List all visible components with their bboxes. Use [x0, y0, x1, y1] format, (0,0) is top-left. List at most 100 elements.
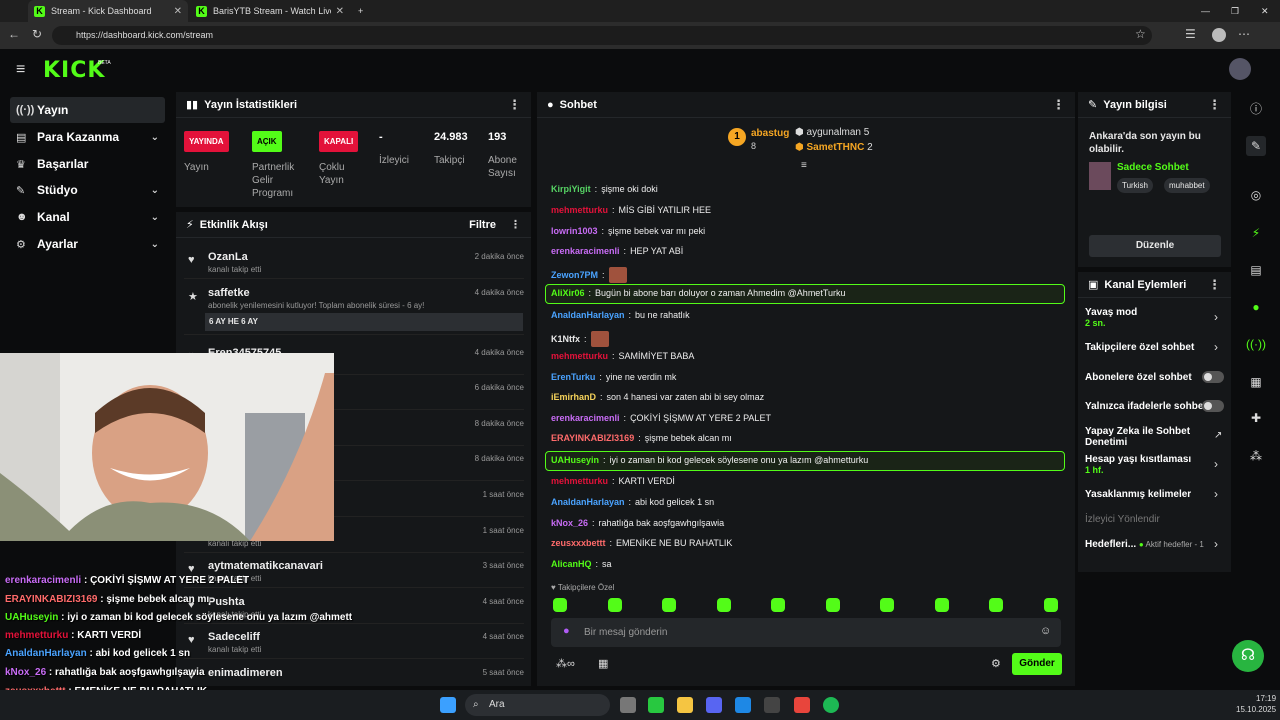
external-link-icon[interactable]: ↗ — [1214, 430, 1222, 441]
camera-icon[interactable]: ◎ — [1246, 185, 1266, 205]
emote-icon[interactable] — [1043, 598, 1058, 612]
activity-username[interactable]: OzanLa — [208, 251, 248, 263]
chat-username[interactable]: mehmetturku — [551, 205, 608, 215]
more-options-icon[interactable]: ⋮ — [508, 97, 521, 113]
emote-icon[interactable] — [880, 598, 894, 612]
windows-start-icon[interactable] — [440, 697, 456, 713]
document-icon[interactable]: ▤ — [1246, 260, 1266, 280]
tag-turkish[interactable]: Turkish — [1117, 178, 1153, 193]
filter-button[interactable]: Filtre — [469, 219, 496, 231]
activity-item[interactable]: ♥ OzanLa kanalı takip etti 2 dakika önce — [184, 244, 524, 279]
favorite-star-icon[interactable]: ☆ — [1135, 27, 1146, 41]
file-explorer-icon[interactable] — [677, 697, 693, 713]
top-gifter-3[interactable]: ⬢ SametTHNC 2 — [795, 142, 873, 153]
sidebar-item-studyo[interactable]: ✎ Stüdyo ⌄ — [10, 177, 165, 203]
top-gifter-2[interactable]: ⬢ aygunalman 5 — [795, 127, 869, 138]
activity-item[interactable]: ★ saffetke abonelik yenilemesini kutluyor!… — [184, 280, 524, 335]
edit-pencil-icon[interactable]: ✎ — [1246, 136, 1266, 156]
chat-username[interactable]: kNox_26 — [551, 518, 588, 528]
more-options-icon[interactable]: ⋮ — [1208, 97, 1221, 113]
edit-button[interactable]: Düzenle — [1089, 235, 1221, 257]
emote-icon[interactable] — [607, 598, 622, 612]
more-options-icon[interactable]: ⋮ — [1052, 97, 1065, 113]
info-icon[interactable]: ⓘ — [1246, 99, 1266, 119]
activity-username[interactable]: saffetke — [208, 287, 250, 299]
chat-icon[interactable]: ● — [1246, 297, 1266, 317]
url-field[interactable]: https://dashboard.kick.com/stream — [52, 26, 1152, 45]
task-view-icon[interactable] — [620, 697, 636, 713]
action-account-age[interactable]: Hesap yaşı kısıtlaması 1 hf. — [1085, 454, 1191, 475]
chevron-right-icon[interactable]: › — [1214, 457, 1218, 471]
minimize-icon[interactable]: — — [1195, 0, 1216, 22]
chat-settings-icon[interactable]: ⚙ — [991, 657, 1001, 670]
close-tab-icon[interactable]: ✕ — [174, 6, 182, 17]
activity-item[interactable]: ♥ Sadeceliff kanalı takip etti 4 saat önce — [184, 624, 524, 659]
chat-username[interactable]: KirpiYigit — [551, 184, 591, 194]
more-options-icon[interactable]: ⋮ — [1208, 277, 1221, 293]
kick-logo[interactable]: KICK — [43, 58, 105, 83]
emote-icon[interactable] — [716, 598, 731, 612]
lightning-icon[interactable]: ⚡ — [1246, 223, 1266, 243]
tab-kick-dashboard[interactable]: K Stream - Kick Dashboard ✕ — [28, 0, 188, 22]
action-slow-mode[interactable]: Yavaş mod 2 sn. — [1085, 307, 1137, 328]
action-goals[interactable]: Hedefleri... ● Aktif hedefler - 1 — [1085, 539, 1204, 550]
store-icon[interactable]: ▦ — [598, 657, 608, 670]
support-headset-icon[interactable]: ☊ — [1232, 640, 1264, 672]
spotify-icon[interactable] — [823, 697, 839, 713]
wrench-icon[interactable]: ✚ — [1246, 408, 1266, 428]
chat-username[interactable]: erenkaracimenli — [551, 246, 620, 256]
chat-username[interactable]: AnaldanHarlayan — [551, 310, 625, 320]
chat-username[interactable]: K1Ntfx — [551, 334, 580, 344]
chat-username[interactable]: ErenTurku — [551, 372, 595, 382]
action-followers-only[interactable]: Takipçilere özel sohbet — [1085, 342, 1194, 353]
maximize-icon[interactable]: ❐ — [1225, 0, 1245, 22]
action-ai-moderation[interactable]: Yapay Zeka ile Sohbet Denetimi — [1085, 426, 1200, 448]
sidebar-item-basarilar[interactable]: ♛ Başarılar — [10, 151, 165, 177]
emote-icon[interactable] — [771, 598, 785, 612]
chevron-right-icon[interactable]: › — [1214, 340, 1218, 354]
back-icon[interactable]: ← — [8, 27, 20, 41]
action-banned-words[interactable]: Yasaklanmış kelimeler — [1085, 489, 1191, 500]
emote-icon[interactable] — [934, 598, 949, 612]
chat-username[interactable]: iEmirhanD — [551, 392, 596, 402]
sidebar-item-ayarlar[interactable]: ⚙ Ayarlar ⌄ — [10, 231, 165, 257]
subscribers-only-toggle[interactable] — [1202, 371, 1224, 383]
microphone-icon[interactable]: ● — [563, 625, 570, 637]
chat-username[interactable]: AliXir06 — [551, 288, 585, 298]
activity-username[interactable]: Sadeceliff — [208, 631, 260, 643]
category-link[interactable]: Sadece Sohbet — [1117, 162, 1189, 173]
activity-username[interactable]: enimadimeren — [208, 667, 283, 679]
send-button[interactable]: Gönder — [1012, 653, 1062, 675]
chat-username[interactable]: mehmetturku — [551, 476, 608, 486]
sidebar-item-para-kazanma[interactable]: ▤ Para Kazanma ⌄ — [10, 124, 165, 150]
obs-icon[interactable] — [764, 697, 780, 713]
chevron-right-icon[interactable]: › — [1214, 487, 1218, 501]
chat-username[interactable]: ERAYINKABIZI3169 — [551, 433, 634, 443]
activity-username[interactable]: Pushta — [208, 596, 245, 608]
chat-username[interactable]: AlicanHQ — [551, 559, 592, 569]
emote-icon[interactable] — [825, 598, 840, 612]
clock[interactable]: 17:19 15.10.2025 — [1236, 693, 1276, 715]
discord-icon[interactable] — [706, 697, 722, 713]
emotes-only-toggle[interactable] — [1202, 400, 1224, 412]
tab-baris-stream[interactable]: KBarisYTB Stream - Watch Live on Kick✕ — [190, 0, 350, 22]
broadcast-icon[interactable]: ((·)) — [1246, 334, 1266, 354]
emote-icon[interactable] — [662, 598, 676, 612]
activity-username[interactable]: aytmatematikcanavari — [208, 560, 323, 572]
chat-username[interactable]: lowrin1003 — [551, 226, 598, 236]
points-icon[interactable]: ⁂∞ — [556, 657, 575, 670]
close-window-icon[interactable]: ✕ — [1255, 0, 1275, 22]
layout-icon[interactable]: ▦ — [1246, 372, 1266, 392]
favorites-icon[interactable]: ☰ — [1185, 27, 1196, 41]
hamburger-menu-icon[interactable]: ≡ — [16, 61, 25, 79]
chat-username[interactable]: mehmetturku — [551, 351, 608, 361]
chrome-icon[interactable] — [794, 697, 810, 713]
emote-icon[interactable] — [553, 598, 567, 612]
more-menu-icon[interactable]: ⋯ — [1238, 27, 1250, 41]
emote-icon[interactable] — [989, 598, 1003, 612]
profile-avatar-icon[interactable] — [1212, 28, 1226, 42]
chat-input[interactable]: ● Bir mesaj gönderin ☺ — [551, 618, 1061, 647]
chat-username[interactable]: zeusxxxbettt — [551, 538, 606, 548]
chat-username[interactable]: erenkaracimenli — [551, 413, 620, 423]
reload-icon[interactable]: ↻ — [32, 27, 42, 41]
